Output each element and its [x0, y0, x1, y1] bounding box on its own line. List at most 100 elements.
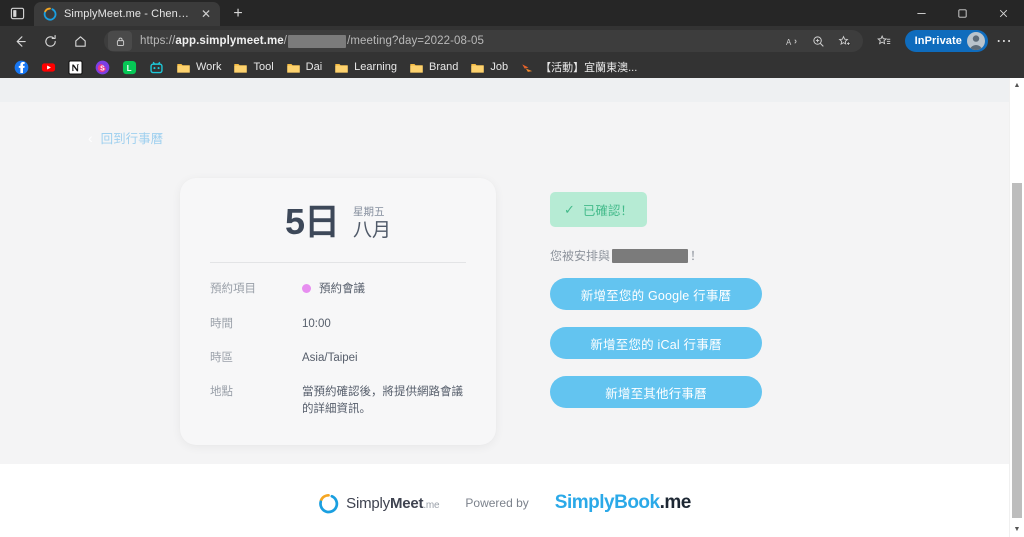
minimize-button[interactable]: [901, 0, 942, 26]
svg-text:S: S: [100, 65, 105, 72]
url-sep: /: [283, 35, 288, 47]
bookmark-label: Learning: [354, 61, 397, 73]
add-favorite-icon[interactable]: [833, 31, 857, 51]
omnibox-actions: A: [781, 31, 857, 51]
bookmark-folder-work[interactable]: Work: [170, 58, 227, 77]
simplymeet-meet: Meet: [389, 494, 424, 512]
booking-card: 5日 星期五 八月 預約項目 預約會議 時間 10:00 時區 Asia/Tai…: [180, 178, 496, 445]
address-bar[interactable]: https://app.simplymeet.me / /meeting?day=2…: [104, 30, 863, 52]
tab-actions-icon[interactable]: [0, 0, 34, 26]
status-badge-label: 已確認！: [582, 204, 633, 218]
bookmark-line[interactable]: L: [116, 58, 143, 77]
simplymeet-mark-icon: [319, 493, 339, 513]
url-redacted-segment: [288, 34, 347, 48]
url-path: /meeting?day=2022-08-05: [347, 35, 484, 47]
assignment-prefix: 您被安排與: [550, 249, 611, 263]
detail-label: 地點: [210, 386, 233, 399]
folder-icon: [335, 63, 348, 73]
folder-icon: [234, 63, 248, 73]
scroll-up-arrow-icon[interactable]: ▲: [1010, 78, 1024, 93]
detail-row-time: 時間 10:00: [210, 316, 466, 333]
window-controls: [901, 0, 1024, 26]
simplybook-logo: SimplyBook .me: [554, 492, 692, 514]
add-to-ical-calendar-button[interactable]: 新增至您的 iCal 行事曆: [550, 327, 762, 359]
home-icon[interactable]: [66, 28, 94, 54]
detail-row-timezone: 時區 Asia/Taipei: [210, 350, 466, 367]
bookmark-label: Job: [490, 61, 509, 73]
bookmark-folder-dai[interactable]: Dai: [280, 58, 329, 77]
service-color-dot: [302, 284, 311, 294]
svg-text:L: L: [127, 63, 132, 72]
lock-icon[interactable]: [108, 31, 132, 51]
bookmark-shopee[interactable]: S: [89, 58, 116, 77]
scroll-down-arrow-icon[interactable]: ▼: [1010, 522, 1024, 537]
add-to-google-calendar-button[interactable]: 新增至您的 Google 行事曆: [550, 278, 762, 310]
confirmation-column: ✓ 已確認！ 您被安排與 ！ 新增至您的 Google 行事曆 新增至您的 iC…: [550, 178, 762, 408]
scrollbar-thumb[interactable]: [1012, 183, 1022, 518]
detail-label: 時區: [210, 351, 233, 364]
bookmark-event[interactable]: 【活動】宜蘭東澳...: [514, 58, 643, 77]
folder-icon: [410, 63, 423, 73]
avatar: [967, 32, 985, 50]
content-columns: 5日 星期五 八月 預約項目 預約會議 時間 10:00 時區 Asia/Tai…: [0, 178, 1009, 445]
assignment-suffix: ！: [690, 249, 703, 263]
back-icon[interactable]: [6, 28, 34, 54]
inprivate-profile-button[interactable]: InPrivate: [904, 30, 988, 52]
zoom-icon[interactable]: [807, 31, 831, 51]
url-host: app.simplymeet.me: [175, 35, 284, 47]
simplybook-s: S: [554, 492, 568, 513]
detail-label: 時間: [210, 317, 233, 330]
page-footer: SimplyMeet.me Powered by SimplyBook .me: [0, 464, 1009, 537]
line-icon: L: [122, 60, 137, 74]
bookmark-label: Work: [196, 61, 222, 73]
bookmark-notion[interactable]: [62, 58, 89, 77]
bookmark-label: Dai: [305, 61, 323, 73]
browser-tab[interactable]: SimplyMeet.me - Chen Yu Ting ✕: [34, 2, 220, 26]
bookmark-robot[interactable]: [143, 58, 170, 77]
date-heading: 5日 星期五 八月: [210, 200, 466, 248]
bookmark-folder-tool[interactable]: Tool: [227, 58, 279, 77]
bookmarks-bar: S L Work Tool Dai Learning Brand Job 【活動…: [0, 56, 1024, 78]
close-window-button[interactable]: [983, 0, 1024, 26]
bookmark-facebook[interactable]: [8, 58, 35, 77]
bookmark-label: Tool: [253, 61, 274, 73]
svg-text:A: A: [786, 38, 792, 47]
title-bar: SimplyMeet.me - Chen Yu Ting ✕ +: [0, 0, 1024, 26]
browser-window: SimplyMeet.me - Chen Yu Ting ✕ +: [0, 0, 1024, 537]
facebook-icon: [14, 60, 29, 74]
youtube-icon: [41, 62, 56, 72]
new-tab-button[interactable]: +: [225, 2, 251, 26]
simplymeet-wordmark: SimplyMeet.me: [346, 495, 439, 512]
more-options-icon[interactable]: ⋯: [990, 28, 1018, 54]
page-viewport: ‹ 回到行事曆 5日 星期五 八月 預約項目 預約會議 時間 10:00 時區 …: [0, 78, 1024, 537]
assignment-redacted-name: [612, 248, 689, 263]
url-text[interactable]: https://app.simplymeet.me / /meeting?day=2…: [132, 34, 484, 48]
back-to-calendar-label: 回到行事曆: [100, 132, 164, 146]
status-badge: ✓ 已確認！: [550, 192, 647, 227]
bookmark-youtube[interactable]: [35, 58, 62, 77]
simplybook-me: .me: [659, 492, 692, 513]
bookmark-folder-brand[interactable]: Brand: [403, 58, 464, 77]
detail-value-text: 預約會議: [319, 283, 365, 296]
navigation-toolbar: https://app.simplymeet.me / /meeting?day=2…: [0, 26, 1024, 56]
bookmark-folder-learning[interactable]: Learning: [328, 58, 403, 77]
chevron-left-icon: ‹: [88, 129, 93, 146]
assignment-text: 您被安排與 ！: [550, 247, 762, 264]
read-aloud-icon[interactable]: A: [781, 31, 805, 51]
maximize-button[interactable]: [942, 0, 983, 26]
back-to-calendar-link[interactable]: ‹ 回到行事曆: [88, 128, 163, 147]
notion-icon: [68, 59, 83, 75]
web-page: ‹ 回到行事曆 5日 星期五 八月 預約項目 預約會議 時間 10:00 時區 …: [0, 78, 1009, 537]
simplymeet-me: .me: [423, 499, 440, 511]
booking-day: 5日: [284, 201, 340, 242]
date-side: 星期五 八月: [353, 204, 391, 242]
page-scrollbar[interactable]: ▲ ▼: [1009, 78, 1024, 537]
close-tab-icon[interactable]: ✕: [198, 6, 214, 22]
detail-row-location: 地點 當預約確認後，將提供網路會議的詳細資訊。: [210, 384, 466, 419]
add-to-other-calendar-button[interactable]: 新增至其他行事曆: [550, 376, 762, 408]
collections-icon[interactable]: [871, 28, 899, 54]
detail-value: 當預約確認後，將提供網路會議的詳細資訊。: [302, 386, 463, 416]
refresh-icon[interactable]: [36, 28, 64, 54]
folder-icon: [471, 63, 485, 73]
bookmark-folder-job[interactable]: Job: [464, 58, 514, 77]
